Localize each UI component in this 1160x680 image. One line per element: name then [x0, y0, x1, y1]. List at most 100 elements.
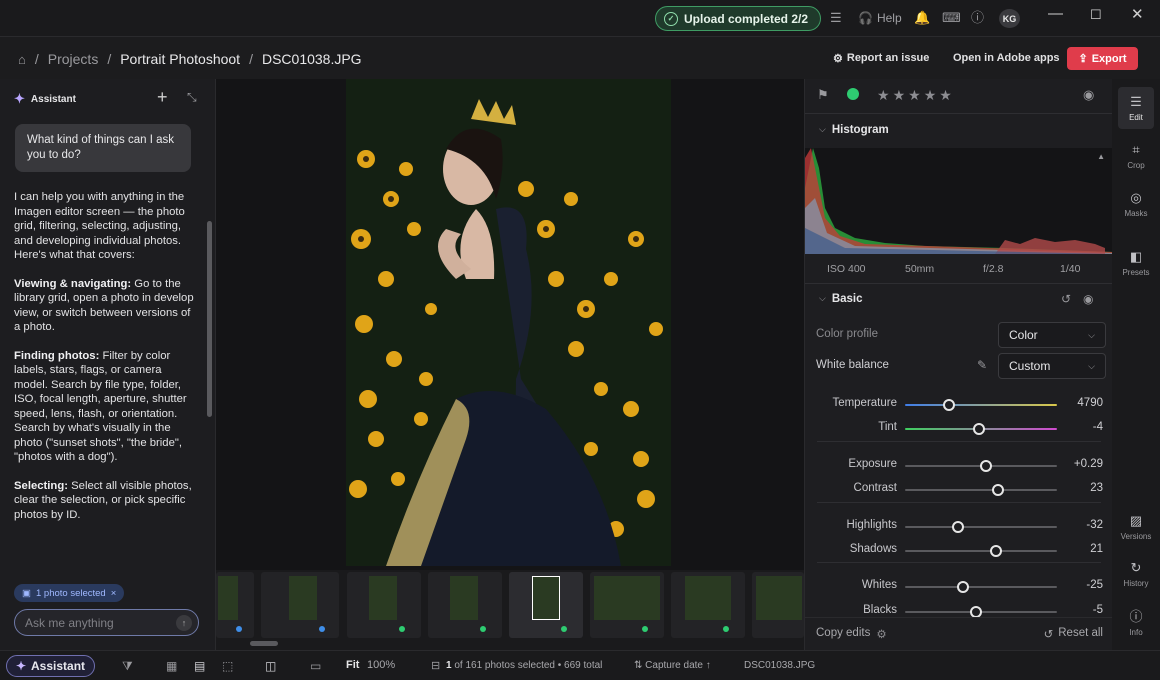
- slider-track[interactable]: [905, 484, 1057, 496]
- filmstrip-thumb[interactable]: [671, 572, 745, 638]
- slider-handle[interactable]: [952, 521, 965, 533]
- bell-icon[interactable]: 🔔: [914, 10, 930, 26]
- star-icon[interactable]: ★: [908, 87, 921, 104]
- zoom-level[interactable]: 100%: [367, 659, 395, 671]
- tool-info[interactable]: ⓘ Info: [1118, 600, 1154, 642]
- copy-edits-button[interactable]: Copy edits ⚙: [816, 627, 887, 641]
- filmstrip-thumb[interactable]: [347, 572, 421, 638]
- compare-view-icon[interactable]: ⬚: [222, 659, 233, 673]
- main-photo[interactable]: [346, 79, 671, 566]
- slider-value[interactable]: +0.29: [1074, 458, 1103, 470]
- star-icon[interactable]: ★: [939, 87, 952, 104]
- reset-all-button[interactable]: ↺ Reset all: [1044, 627, 1103, 641]
- home-icon[interactable]: ⌂: [18, 52, 26, 67]
- list-icon[interactable]: ☰: [830, 10, 842, 26]
- slider-handle[interactable]: [979, 460, 992, 472]
- edit-panel: ⚑ ★ ★ ★ ★ ★ ◉ ⌵ Histogram ▲ ISO 400 50mm f/2…: [804, 79, 1113, 650]
- star-icon[interactable]: ★: [924, 87, 937, 104]
- slider-track[interactable]: [905, 399, 1057, 411]
- close-icon[interactable]: ✕: [1131, 5, 1144, 23]
- filmstrip-scrollbar[interactable]: [250, 641, 278, 646]
- slider-label: Blacks: [863, 604, 897, 616]
- help-circle-icon[interactable]: ⓘ: [971, 10, 984, 26]
- help-button[interactable]: 🎧 Help: [858, 11, 902, 25]
- color-label-green[interactable]: [847, 88, 859, 100]
- sort-button[interactable]: ⇅ Capture date ↑: [634, 660, 711, 671]
- tool-history[interactable]: ↻ History: [1118, 553, 1154, 595]
- deselect-icon[interactable]: ⊟: [431, 659, 440, 672]
- eye-icon[interactable]: ◉: [1083, 87, 1094, 103]
- breadcrumb: ⌂ / Projects / Portrait Photoshoot / DSC…: [18, 51, 362, 67]
- slider-handle[interactable]: [973, 423, 986, 435]
- copy-edits-label: Copy edits: [816, 627, 871, 639]
- histogram-title: Histogram: [831, 124, 889, 136]
- slider-value[interactable]: -32: [1086, 519, 1103, 531]
- open-adobe-button[interactable]: Open in Adobe apps: [953, 52, 1060, 64]
- filmstrip-thumb[interactable]: [590, 572, 664, 638]
- eye-icon[interactable]: ◉: [1083, 292, 1093, 306]
- flag-icon[interactable]: ⚑: [817, 87, 829, 103]
- star-rating[interactable]: ★ ★ ★ ★ ★: [877, 87, 952, 104]
- collapse-icon[interactable]: ⤡: [187, 90, 197, 105]
- filter-icon[interactable]: ⧩: [122, 659, 133, 674]
- filmstrip-thumb[interactable]: [261, 572, 339, 638]
- eyedropper-icon[interactable]: ✎: [977, 358, 987, 372]
- keyboard-icon[interactable]: ⌨: [942, 10, 961, 26]
- report-issue-button[interactable]: ⚙ Report an issue: [833, 52, 929, 65]
- export-button[interactable]: ⇪ Export: [1067, 47, 1138, 70]
- star-icon[interactable]: ★: [893, 87, 906, 104]
- slider-value[interactable]: -25: [1086, 579, 1103, 591]
- slider-value[interactable]: 23: [1090, 482, 1103, 494]
- basic-header[interactable]: ⌵ Basic: [819, 293, 863, 305]
- star-icon[interactable]: ★: [877, 87, 890, 104]
- tool-masks[interactable]: ◎ Masks: [1118, 183, 1154, 225]
- slider-value[interactable]: -5: [1093, 604, 1103, 616]
- filmstrip-thumb[interactable]: [216, 572, 254, 638]
- tool-edit[interactable]: ☰ Edit: [1118, 87, 1154, 129]
- slider-handle[interactable]: [991, 484, 1004, 496]
- slider-value[interactable]: 4790: [1077, 397, 1103, 409]
- white-balance-select[interactable]: Custom ⌵: [998, 353, 1106, 379]
- grid-view-icon[interactable]: ▦: [166, 659, 177, 673]
- histogram-header[interactable]: ⌵ Histogram: [819, 124, 889, 136]
- maximize-icon[interactable]: ☐: [1090, 7, 1102, 23]
- new-chat-icon[interactable]: +: [157, 87, 168, 108]
- close-icon[interactable]: ×: [111, 588, 117, 599]
- slider-track[interactable]: [905, 521, 1057, 533]
- slider-track[interactable]: [905, 606, 1057, 618]
- tool-versions[interactable]: ▨ Versions: [1118, 506, 1154, 548]
- slider-contrast: Contrast 23: [805, 482, 1113, 498]
- panel-toggle-icon[interactable]: ◫: [265, 659, 276, 673]
- assistant-toggle-label: Assistant: [31, 659, 86, 673]
- scrollbar[interactable]: [207, 221, 212, 417]
- slider-track[interactable]: [905, 545, 1057, 557]
- breadcrumb-projects[interactable]: Projects: [48, 51, 99, 67]
- slider-value[interactable]: 21: [1090, 543, 1103, 555]
- slider-track[interactable]: [905, 581, 1057, 593]
- reset-icon[interactable]: ↺: [1061, 292, 1071, 306]
- clipping-warning-icon[interactable]: ▲: [1097, 152, 1105, 161]
- slider-handle[interactable]: [956, 581, 969, 593]
- send-icon[interactable]: ↑: [176, 615, 192, 631]
- filmstrip-thumb-selected[interactable]: [509, 572, 583, 638]
- slider-value[interactable]: -4: [1093, 421, 1103, 433]
- minimize-icon[interactable]: —: [1048, 5, 1063, 22]
- filmstrip-thumb[interactable]: [428, 572, 502, 638]
- ask-input[interactable]: Ask me anything ↑: [14, 609, 199, 636]
- slider-track[interactable]: [905, 423, 1057, 435]
- tool-crop[interactable]: ⌗ Crop: [1118, 135, 1154, 177]
- selection-chip[interactable]: ▣ 1 photo selected ×: [14, 584, 125, 602]
- monitor-icon[interactable]: ▭: [310, 659, 321, 673]
- assistant-toggle-button[interactable]: ✦ Assistant: [6, 655, 95, 677]
- upload-status-badge[interactable]: ✓ Upload completed 2/2: [655, 6, 822, 31]
- breadcrumb-project[interactable]: Portrait Photoshoot: [120, 51, 240, 67]
- tool-presets[interactable]: ◧ Presets: [1118, 242, 1154, 284]
- filmstrip-thumb[interactable]: [752, 572, 804, 638]
- color-profile-select[interactable]: Color ⌵: [998, 322, 1106, 348]
- zoom-fit-button[interactable]: Fit: [346, 659, 359, 671]
- slider-handle[interactable]: [990, 545, 1003, 557]
- slider-handle[interactable]: [943, 399, 956, 411]
- slider-track[interactable]: [905, 460, 1057, 472]
- loupe-view-icon[interactable]: ▤: [194, 659, 205, 673]
- avatar[interactable]: KG: [999, 9, 1020, 28]
